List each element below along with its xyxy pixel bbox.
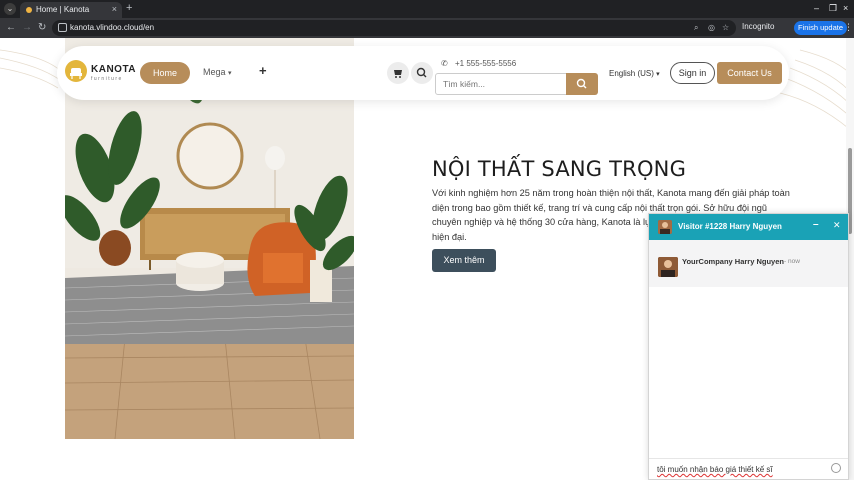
logo-icon[interactable] (65, 60, 87, 82)
reload-icon[interactable]: ↻ (38, 22, 46, 33)
sign-in-button[interactable]: Sign in (670, 62, 715, 84)
message-time: - now (784, 258, 800, 265)
tab-search-icon[interactable]: ⌄ (4, 3, 16, 15)
zoom-icon[interactable]: ⌕ (694, 23, 698, 33)
language-label: English (US) (609, 69, 654, 78)
hero-title: NỘI THẤT SANG TRỌNG (432, 157, 687, 181)
chat-input-text[interactable]: tôi muốn nhận báo giá thiết kế sĩ (657, 465, 773, 474)
nav-plus-icon[interactable]: + (259, 63, 267, 78)
omnibox[interactable]: kanota.vlindoo.cloud/en ⌕ ◎ ☆ (52, 20, 736, 36)
eye-off-icon[interactable]: ◎ (708, 23, 715, 32)
nav-mega-menu[interactable]: Mega ▾ (203, 67, 232, 77)
cart-icon (394, 70, 402, 78)
tab-title: Home | Kanota (36, 5, 90, 14)
operator-avatar (658, 257, 678, 277)
message-sender: YourCompany Harry Nguyen (682, 257, 784, 266)
logo-tagline: furniture (91, 76, 123, 82)
search-submit-button[interactable] (566, 73, 598, 95)
nav-home-button[interactable]: Home (140, 62, 190, 84)
browser-tab-bar: ⌄ Home | Kanota × + – ❐ × (0, 0, 854, 18)
forward-icon[interactable]: → (22, 22, 32, 33)
visitor-avatar (658, 220, 672, 234)
emoji-icon[interactable] (831, 463, 841, 473)
read-more-button[interactable]: Xem thêm (432, 249, 496, 272)
search-input[interactable] (435, 73, 567, 95)
window-close-icon[interactable]: × (843, 3, 848, 13)
phone-number[interactable]: +1 555-555-5556 (455, 59, 516, 68)
browser-tab[interactable]: Home | Kanota × (20, 2, 122, 18)
search-icon (416, 67, 427, 78)
caret-down-icon: ▾ (228, 70, 232, 77)
search-toggle-button[interactable] (411, 62, 433, 84)
contact-us-button[interactable]: Contact Us (717, 62, 782, 84)
site-header: KANOTA furniture Home Mega ▾ + ✆ +1 555-… (57, 46, 789, 100)
minimize-icon[interactable]: – (814, 3, 819, 13)
bookmark-star-icon[interactable]: ☆ (722, 23, 729, 32)
person-avatar-icon (658, 257, 678, 277)
chat-header[interactable]: Visitor #1228 Harry Nguyen – ✕ (649, 214, 848, 240)
tab-close-icon[interactable]: × (112, 4, 117, 14)
live-chat-window: Visitor #1228 Harry Nguyen – ✕ YourCompa… (648, 213, 849, 480)
chat-composer[interactable]: tôi muốn nhận báo giá thiết kế sĩ (649, 458, 848, 480)
chat-message-list: YourCompany Harry Nguyen - now (649, 240, 848, 287)
new-tab-icon[interactable]: + (126, 2, 132, 14)
page-content: KANOTA furniture Home Mega ▾ + ✆ +1 555-… (0, 38, 854, 480)
logo-name[interactable]: KANOTA (91, 64, 136, 75)
address-bar: ← → ↻ kanota.vlindoo.cloud/en ⌕ ◎ ☆ Inco… (0, 18, 854, 38)
url-text[interactable]: kanota.vlindoo.cloud/en (70, 23, 154, 32)
language-selector[interactable]: English (US) ▾ (609, 69, 660, 78)
chat-title: Visitor #1228 Harry Nguyen (678, 222, 782, 231)
site-info-icon[interactable] (58, 23, 67, 32)
favicon-icon (26, 7, 32, 13)
restore-icon[interactable]: ❐ (829, 3, 837, 14)
incognito-label[interactable]: Incognito (742, 22, 774, 31)
chat-close-icon[interactable]: ✕ (833, 220, 841, 231)
phone-icon: ✆ (441, 59, 448, 68)
browser-menu-icon[interactable]: ⋮ (844, 22, 853, 33)
finish-update-button[interactable]: Finish update (794, 21, 848, 35)
back-icon[interactable]: ← (6, 22, 16, 33)
cart-button[interactable] (387, 62, 409, 84)
search-submit-icon (576, 78, 587, 89)
chat-minimize-icon[interactable]: – (813, 219, 819, 230)
nav-mega-label: Mega (203, 67, 226, 77)
caret-down-icon: ▾ (656, 71, 660, 78)
person-avatar-icon (658, 220, 672, 234)
chair-icon (70, 68, 82, 79)
